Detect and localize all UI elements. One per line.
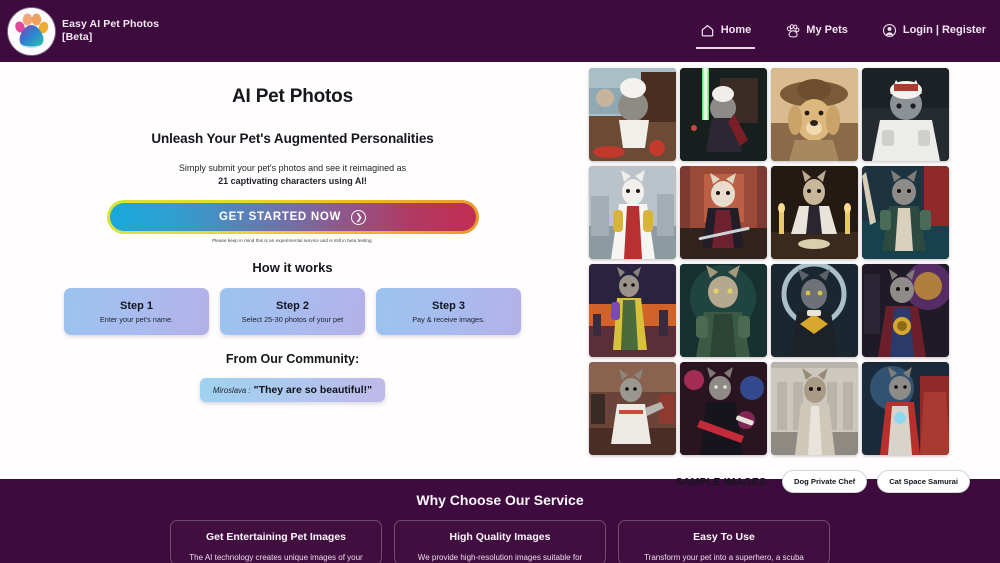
testimonial-card: Miroslava : "They are so beautiful!" bbox=[200, 378, 385, 402]
gallery-tile[interactable] bbox=[680, 68, 767, 161]
gallery-column: SAMPLE IMAGES: Dog Private Chef Cat Spac… bbox=[585, 62, 1000, 479]
why-card-description: We provide high-resolution images suitab… bbox=[407, 552, 593, 563]
brand[interactable]: Easy AI Pet Photos [Beta] bbox=[0, 8, 159, 55]
site-header: Easy AI Pet Photos [Beta] Home bbox=[0, 0, 1000, 62]
gallery-tile[interactable] bbox=[771, 264, 858, 357]
page-title: AI Pet Photos bbox=[232, 86, 353, 108]
sample-button-dog-private-chef[interactable]: Dog Private Chef bbox=[782, 470, 867, 493]
user-circle-icon bbox=[882, 23, 897, 38]
why-card-title: Easy To Use bbox=[631, 531, 817, 543]
cta-wrapper: GET STARTED NOW ❯ bbox=[107, 200, 479, 234]
how-it-works-title: How it works bbox=[252, 260, 332, 275]
gallery-tile[interactable] bbox=[589, 264, 676, 357]
step-card-2[interactable]: Step 2 Select 25-30 photos of your pet bbox=[220, 288, 365, 335]
nav-item-login-register[interactable]: Login | Register bbox=[882, 23, 986, 40]
sample-button-cat-space-samurai[interactable]: Cat Space Samurai bbox=[877, 470, 970, 493]
gallery-tile[interactable] bbox=[589, 68, 676, 161]
step-description: Enter your pet's name. bbox=[100, 315, 173, 324]
brand-beta-tag: [Beta] bbox=[62, 31, 159, 44]
why-card-title: High Quality Images bbox=[407, 531, 593, 543]
hero-column: AI Pet Photos Unleash Your Pet's Augment… bbox=[0, 62, 585, 479]
hero-subtitle: Unleash Your Pet's Augmented Personaliti… bbox=[151, 131, 433, 146]
nav-label-login-register: Login | Register bbox=[903, 24, 986, 36]
gallery-tile[interactable] bbox=[862, 68, 949, 161]
sample-images-row: SAMPLE IMAGES: Dog Private Chef Cat Spac… bbox=[589, 470, 970, 493]
get-started-button[interactable]: GET STARTED NOW ❯ bbox=[107, 200, 479, 234]
nav-label-my-pets: My Pets bbox=[806, 24, 848, 36]
nav-item-home[interactable]: Home bbox=[700, 23, 752, 40]
hero-description: Simply submit your pet's photos and see … bbox=[179, 162, 406, 188]
beta-disclaimer: Please keep in mind this is an experimen… bbox=[212, 238, 373, 243]
gallery-tile[interactable] bbox=[680, 166, 767, 259]
chevron-right-circle-icon: ❯ bbox=[351, 210, 366, 225]
step-title: Step 1 bbox=[120, 300, 153, 312]
nav-item-my-pets[interactable]: My Pets bbox=[785, 23, 848, 40]
why-card-entertaining: Get Entertaining Pet Images The AI techn… bbox=[170, 520, 382, 563]
gallery-tile[interactable] bbox=[771, 166, 858, 259]
testimonial-quote: "They are so beautiful!" bbox=[254, 384, 372, 396]
steps-list: Step 1 Enter your pet's name. Step 2 Sel… bbox=[64, 288, 521, 335]
testimonial-author: Miroslava : bbox=[213, 386, 251, 395]
brand-name: Easy AI Pet Photos bbox=[62, 18, 159, 31]
why-choose-cards: Get Entertaining Pet Images The AI techn… bbox=[0, 520, 1000, 563]
gallery-tile[interactable] bbox=[862, 166, 949, 259]
why-card-description: Transform your pet into a superhero, a s… bbox=[631, 552, 817, 563]
gallery-tile[interactable] bbox=[771, 362, 858, 455]
hero-description-line2: 21 captivating characters using AI! bbox=[218, 176, 367, 186]
community-title: From Our Community: bbox=[226, 352, 359, 366]
why-choose-title: Why Choose Our Service bbox=[0, 492, 1000, 508]
gallery-tile[interactable] bbox=[680, 362, 767, 455]
nav-label-home: Home bbox=[721, 24, 752, 36]
step-description: Select 25-30 photos of your pet bbox=[242, 315, 343, 324]
image-gallery-grid bbox=[589, 68, 970, 455]
why-card-quality: High Quality Images We provide high-reso… bbox=[394, 520, 606, 563]
main-content: AI Pet Photos Unleash Your Pet's Augment… bbox=[0, 62, 1000, 479]
step-card-3[interactable]: Step 3 Pay & receive images. bbox=[376, 288, 521, 335]
hero-description-line1: Simply submit your pet's photos and see … bbox=[179, 162, 406, 175]
paw-print-logo bbox=[8, 8, 55, 55]
gallery-tile[interactable] bbox=[680, 264, 767, 357]
gallery-tile[interactable] bbox=[589, 166, 676, 259]
step-title: Step 3 bbox=[432, 300, 465, 312]
gallery-tile[interactable] bbox=[862, 264, 949, 357]
why-card-title: Get Entertaining Pet Images bbox=[183, 531, 369, 543]
brand-text: Easy AI Pet Photos [Beta] bbox=[62, 18, 159, 44]
gallery-tile[interactable] bbox=[771, 68, 858, 161]
main-navigation: Home My Pets Log bbox=[700, 0, 986, 62]
step-title: Step 2 bbox=[276, 300, 309, 312]
step-description: Pay & receive images. bbox=[412, 315, 485, 324]
why-card-description: The AI technology creates unique images … bbox=[183, 552, 369, 563]
paw-icon bbox=[785, 23, 800, 38]
step-card-1[interactable]: Step 1 Enter your pet's name. bbox=[64, 288, 209, 335]
why-card-easy: Easy To Use Transform your pet into a su… bbox=[618, 520, 830, 563]
get-started-label: GET STARTED NOW bbox=[219, 211, 341, 223]
gallery-tile[interactable] bbox=[589, 362, 676, 455]
gallery-tile[interactable] bbox=[862, 362, 949, 455]
sample-images-label: SAMPLE IMAGES: bbox=[676, 476, 770, 488]
home-icon bbox=[700, 23, 715, 38]
